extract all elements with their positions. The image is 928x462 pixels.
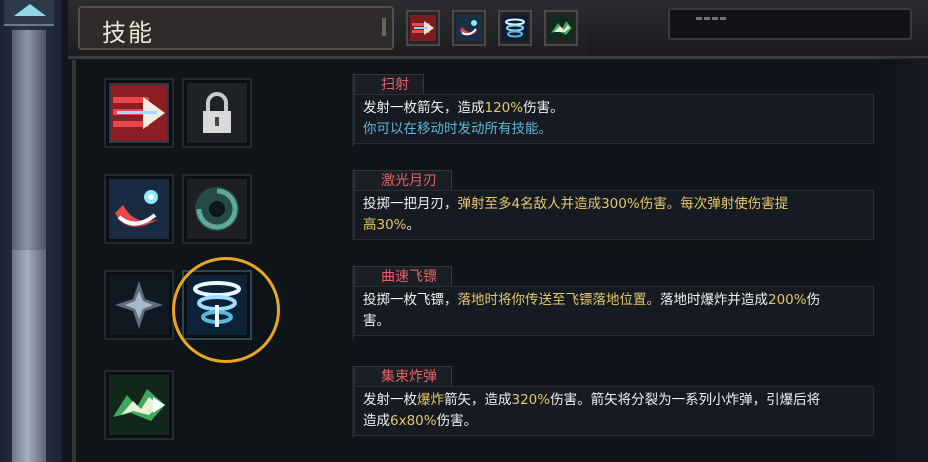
left-pillar bbox=[0, 0, 62, 462]
header-slot bbox=[668, 8, 912, 40]
desc-text: 伤害。 bbox=[523, 100, 564, 116]
tab-arrow-dash[interactable] bbox=[406, 10, 440, 46]
desc-text: 箭矢，造成 bbox=[444, 392, 512, 408]
header-decoration bbox=[588, 0, 928, 56]
desc-value: 落地时将你传送至飞镖落地位置。 bbox=[457, 292, 661, 308]
desc-text: 发射一枚箭矢，造成 bbox=[363, 100, 485, 116]
right-edge-shade bbox=[872, 58, 928, 462]
selection-ring bbox=[172, 257, 280, 363]
arrow-dash-icon bbox=[410, 15, 436, 41]
skill-desc-body: 发射一枚箭矢，造成120%伤害。 你可以在移动时发动所有技能。 bbox=[354, 94, 874, 144]
skill-name: 激光月刃 bbox=[354, 170, 452, 191]
skill-slot-primary[interactable] bbox=[104, 78, 174, 148]
moon-blade-icon bbox=[109, 179, 169, 239]
desc-note: 你可以在移动时发动所有技能。 bbox=[363, 121, 552, 137]
skill-desc-3: 曲速飞镖 投掷一枚飞镖，落地时将你传送至飞镖落地位置。落地时爆炸并造成200%伤… bbox=[352, 266, 874, 340]
desc-value: 弹射至多4名敌人并造成 bbox=[457, 196, 602, 212]
desc-text: 造成 bbox=[363, 413, 390, 429]
desc-value: 200% bbox=[768, 292, 807, 308]
tab-curved-dart[interactable] bbox=[498, 10, 532, 46]
skill-slot-primary[interactable] bbox=[104, 270, 174, 340]
desc-text: 投掷一把月刃， bbox=[363, 196, 458, 212]
desc-text: 害。 bbox=[363, 313, 390, 329]
skill-slot-locked[interactable] bbox=[182, 78, 252, 148]
desc-text: 伤害。 bbox=[436, 413, 478, 429]
desc-text: 伤 bbox=[806, 292, 821, 308]
cluster-bomb-icon bbox=[109, 375, 169, 435]
desc-value: 伤害。 bbox=[639, 196, 681, 212]
skill-desc-4: 集束炸弹 发射一枚爆炸箭矢，造成320%伤害。箭矢将分裂为一系列小炸弹，引爆后将… bbox=[352, 366, 874, 438]
arrow-dash-icon bbox=[109, 83, 169, 143]
skill-desc-1: 扫射 发射一枚箭矢，造成120%伤害。 你可以在移动时发动所有技能。 bbox=[352, 74, 874, 146]
skill-desc-body: 投掷一枚飞镖，落地时将你传送至飞镖落地位置。落地时爆炸并造成200%伤 害。 bbox=[354, 286, 874, 336]
skill-desc-2: 激光月刃 投掷一把月刃，弹射至多4名敌人并造成300%伤害。每次弹射使伤害提 高… bbox=[352, 170, 874, 240]
cluster-bomb-icon bbox=[548, 15, 574, 41]
lock-icon bbox=[187, 83, 247, 143]
skill-name: 扫射 bbox=[354, 74, 424, 95]
skill-desc-body: 投掷一把月刃，弹射至多4名敌人并造成300%伤害。每次弹射使伤害提 高30%。 bbox=[354, 190, 874, 240]
skill-name: 曲速飞镖 bbox=[354, 266, 452, 287]
tab-cluster-bomb[interactable] bbox=[544, 10, 578, 46]
desc-text: 。 bbox=[406, 217, 421, 233]
title-panel: 技能 bbox=[78, 6, 394, 50]
skill-slot-primary[interactable] bbox=[104, 174, 174, 244]
skill-name: 集束炸弹 bbox=[354, 366, 452, 387]
moon-blade-icon bbox=[456, 15, 482, 41]
header-dots bbox=[696, 17, 726, 24]
desc-value: 每次弹射使伤害提 bbox=[680, 196, 789, 212]
desc-text: 发射一枚 bbox=[363, 392, 417, 408]
spark-burst-icon bbox=[109, 275, 169, 335]
skill-slot-primary[interactable] bbox=[104, 370, 174, 440]
desc-text: 伤害。箭矢将分裂为一系列小炸弹，引爆后将 bbox=[550, 392, 821, 408]
desc-value: 30% bbox=[376, 217, 407, 233]
desc-value: 300% bbox=[601, 196, 640, 212]
desc-value: 6x80% bbox=[390, 413, 437, 429]
vortex-icon bbox=[187, 179, 247, 239]
desc-text: 落地时爆炸并造成 bbox=[660, 292, 768, 308]
desc-value: 320% bbox=[511, 392, 551, 408]
tab-moon-blade[interactable] bbox=[452, 10, 486, 46]
curved-dart-icon bbox=[502, 15, 528, 41]
page-title: 技能 bbox=[102, 19, 154, 47]
skill-desc-body: 发射一枚爆炸箭矢，造成320%伤害。箭矢将分裂为一系列小炸弹，引爆后将 造成6x… bbox=[354, 386, 874, 436]
desc-value: 高 bbox=[363, 217, 377, 233]
desc-value: 爆炸 bbox=[417, 392, 444, 408]
scroll-up-arrow-icon[interactable] bbox=[14, 4, 46, 16]
desc-text: 投掷一枚飞镖， bbox=[363, 292, 458, 308]
skill-slot-alt[interactable] bbox=[182, 174, 252, 244]
title-notch bbox=[382, 18, 386, 36]
desc-value: 120% bbox=[484, 100, 524, 116]
scrollbar-thumb[interactable] bbox=[12, 250, 46, 462]
